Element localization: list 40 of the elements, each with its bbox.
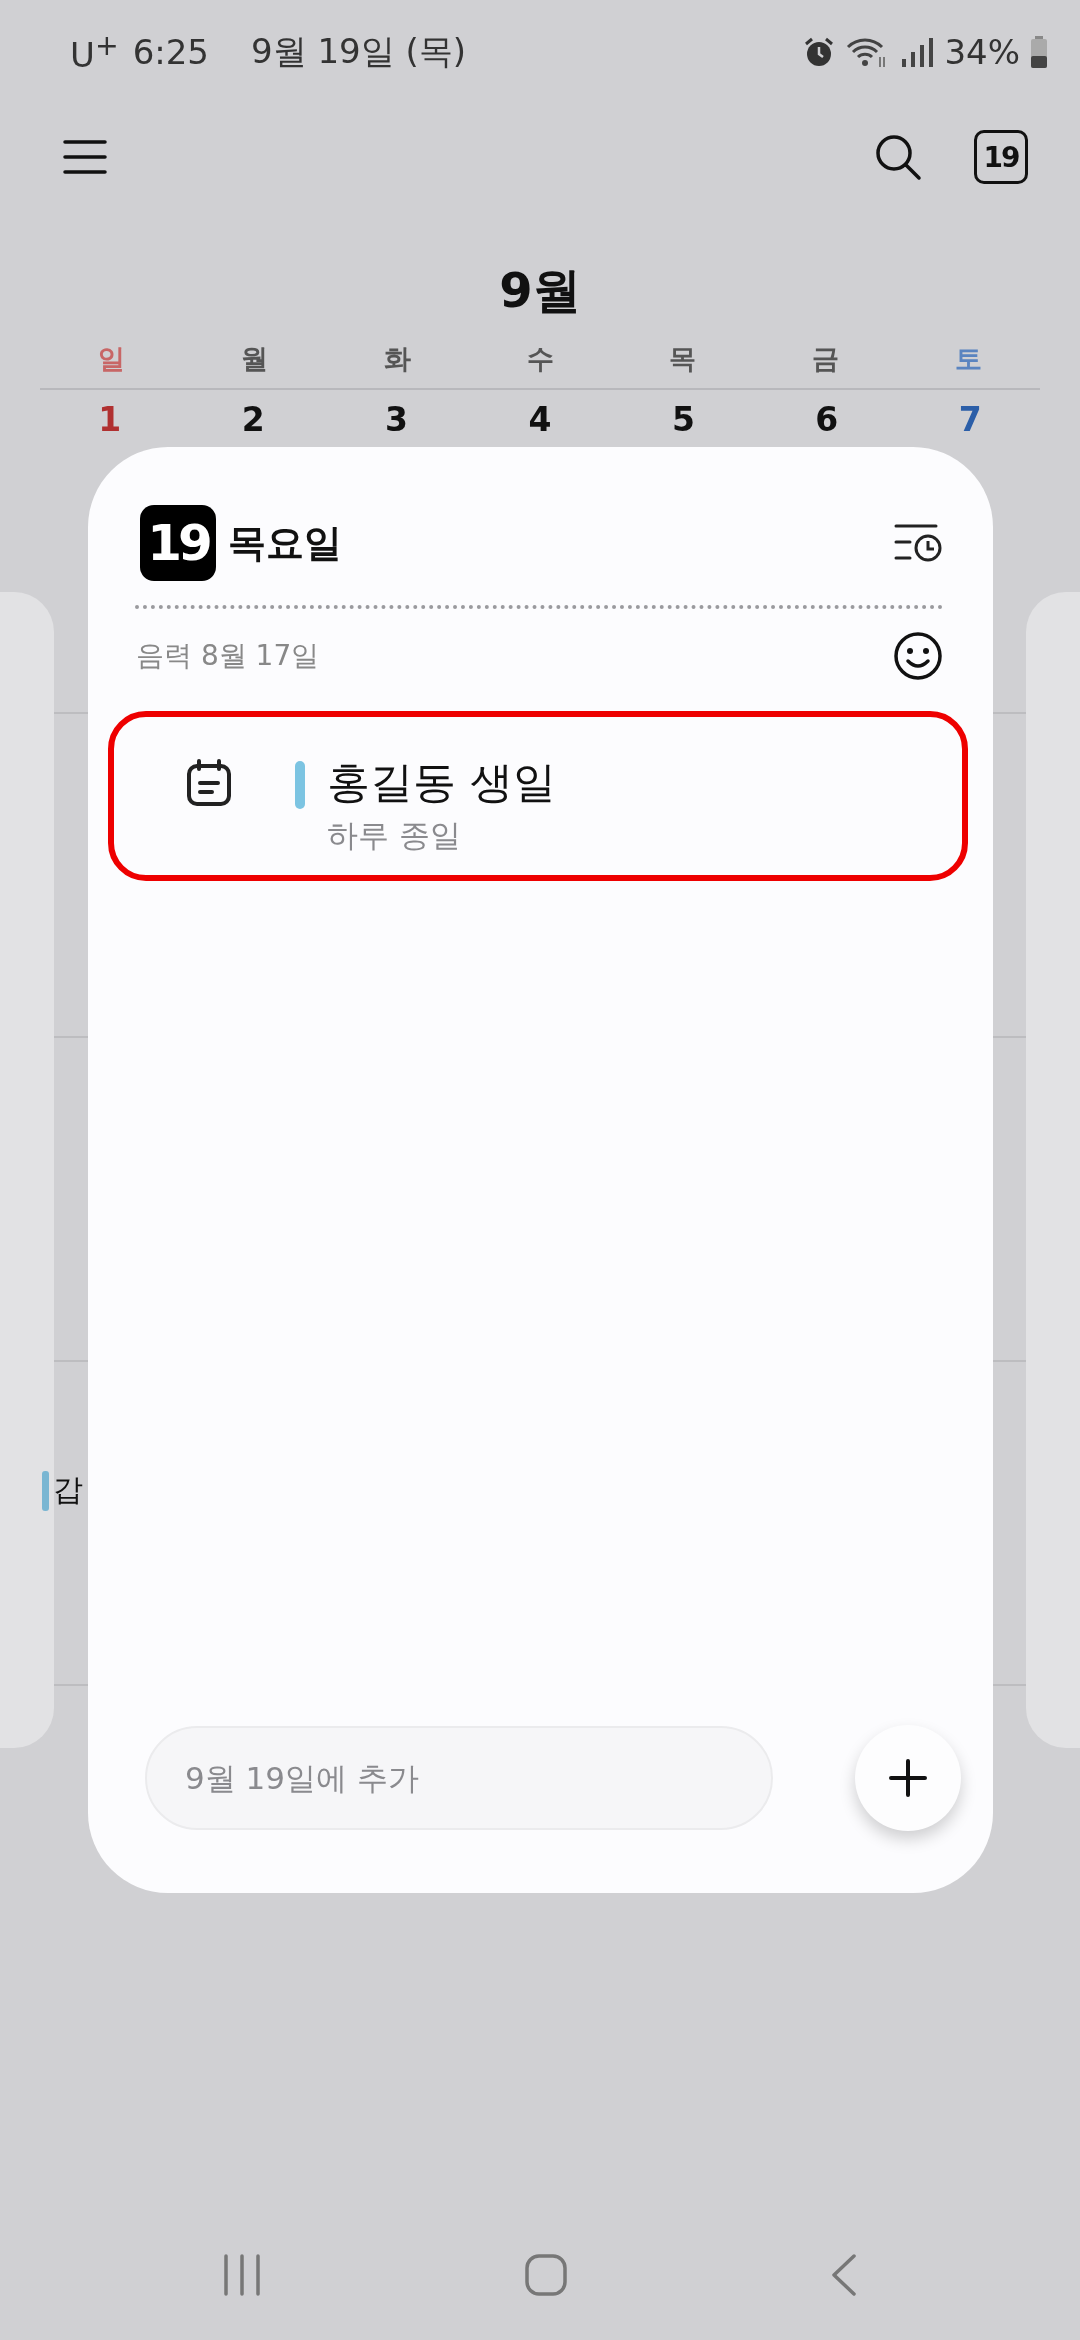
date-number: 5 — [670, 399, 696, 441]
date-number: 1 — [97, 399, 123, 441]
date-number: 3 — [384, 399, 410, 441]
plus-icon — [888, 1758, 928, 1798]
calendar-note-icon — [186, 759, 232, 807]
add-event-field[interactable]: 9월 19일에 추가 — [145, 1726, 773, 1830]
weekday-label: 토 — [954, 342, 984, 376]
battery-percent: 34% — [944, 32, 1020, 72]
weekday-label: 금 — [811, 342, 841, 376]
smiley-icon[interactable] — [893, 631, 943, 681]
event-time: 하루 종일 — [327, 816, 462, 855]
status-time: 6:25 — [132, 32, 209, 72]
weekday-label: 월 — [239, 342, 269, 376]
weekday-label: 목 — [668, 342, 698, 376]
date-number: 7 — [957, 399, 983, 441]
day-number: 19 — [140, 505, 216, 581]
date-number: 6 — [814, 399, 840, 441]
signal-icon — [900, 35, 935, 69]
home-icon[interactable] — [524, 2253, 568, 2297]
weekday-label: 일 — [96, 342, 126, 376]
weekday-title: 목요일 — [228, 519, 342, 567]
weekday-label: 화 — [382, 342, 412, 376]
event-item[interactable]: 홍길동 생일 하루 종일 — [108, 711, 968, 881]
add-button[interactable] — [855, 1725, 961, 1831]
event-title: 홍길동 생일 — [327, 756, 556, 809]
weekday-label: 수 — [525, 342, 555, 376]
battery-icon — [1030, 36, 1048, 68]
search-icon[interactable] — [874, 133, 922, 181]
date-number: 4 — [527, 399, 553, 441]
lunar-date: 음력 8월 17일 — [136, 638, 320, 674]
event-title: 갑 — [53, 1471, 83, 1509]
recent-apps-icon[interactable] — [222, 2254, 262, 2296]
status-date: 9월 19일 (목) — [251, 30, 467, 73]
today-button[interactable]: 19 — [974, 130, 1028, 184]
back-icon[interactable] — [830, 2253, 858, 2297]
carrier-label: U$^{+}$ — [70, 28, 119, 76]
list-time-icon[interactable] — [893, 523, 943, 563]
date-number: 2 — [240, 399, 266, 441]
menu-icon[interactable] — [63, 139, 107, 175]
month-title: 9월 — [498, 261, 582, 320]
